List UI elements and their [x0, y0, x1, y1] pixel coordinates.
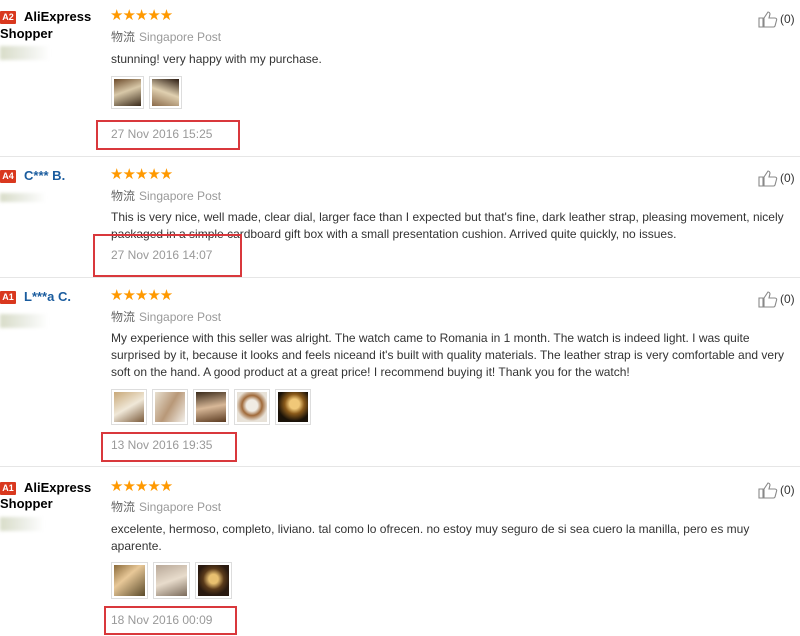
reviewer-name[interactable]: AliExpress [24, 480, 91, 496]
blurred-country [0, 314, 48, 328]
reviewer-name[interactable]: C*** B. [24, 168, 65, 184]
star-rating: ★★★★★ [110, 166, 173, 183]
logistics-info: 物流 Singapore Post [111, 189, 221, 203]
review-photo-thumbnail[interactable] [152, 389, 188, 425]
logistics-label: 物流 [111, 30, 136, 44]
review-photo-thumbnail[interactable] [111, 389, 147, 425]
star-rating: ★★★★★ [110, 7, 173, 24]
review-text: stunning! very happy with my purchase. [111, 52, 322, 66]
like-button[interactable]: (0) [758, 169, 795, 187]
review-photo-thumbnail[interactable] [195, 562, 232, 599]
like-count: (0) [780, 483, 795, 497]
logistics-info: 物流 Singapore Post [111, 30, 221, 44]
review-photo-thumbnail[interactable] [111, 562, 148, 599]
review-item: A2 AliExpress Shopper ★★★★★ 物流 Singapore … [0, 0, 800, 155]
like-button[interactable]: (0) [758, 290, 795, 308]
reviewer-name[interactable]: L***a C. [24, 289, 71, 305]
date-highlight-box [93, 234, 242, 277]
buyer-level-badge: A1 [0, 482, 16, 495]
review-item: A4 C*** B. ★★★★★ 物流 Singapore Post This i… [0, 157, 800, 277]
review-photo-thumbnail[interactable] [193, 389, 229, 425]
like-count: (0) [780, 12, 795, 26]
buyer-level-badge: A1 [0, 291, 16, 304]
shipping-method: Singapore Post [139, 500, 222, 514]
review-item: A1 AliExpress Shopper ★★★★★ 物流 Singapore … [0, 467, 800, 636]
date-highlight-box [96, 120, 240, 150]
review-text: My experience with this seller was alrig… [111, 331, 785, 379]
blurred-country [0, 517, 44, 531]
review-photo-thumbnail[interactable] [275, 389, 311, 425]
blurred-country [0, 193, 46, 202]
date-highlight-box [101, 432, 237, 462]
logistics-info: 物流 Singapore Post [111, 310, 221, 324]
photo-thumbnails [111, 76, 182, 109]
review-photo-thumbnail[interactable] [111, 76, 144, 109]
review-photo-thumbnail[interactable] [153, 562, 190, 599]
star-rating: ★★★★★ [110, 287, 173, 304]
buyer-level-badge: A2 [0, 11, 16, 24]
thumbs-up-icon [758, 11, 778, 28]
logistics-label: 物流 [111, 189, 136, 203]
like-button[interactable]: (0) [758, 481, 795, 499]
shipping-method: Singapore Post [139, 310, 222, 324]
reviewer-name-line2[interactable]: Shopper [0, 496, 53, 512]
thumbs-up-icon [758, 170, 778, 187]
review-text: excelente, hermoso, completo, liviano. t… [111, 522, 750, 553]
date-highlight-box [104, 606, 237, 635]
reviewer-name[interactable]: AliExpress [24, 9, 91, 25]
like-count: (0) [780, 171, 795, 185]
thumbs-up-icon [758, 482, 778, 499]
like-button[interactable]: (0) [758, 10, 795, 28]
review-photo-thumbnail[interactable] [149, 76, 182, 109]
review-item: A1 L***a C. ★★★★★ 物流 Singapore Post My ex… [0, 278, 800, 465]
review-photo-thumbnail[interactable] [234, 389, 270, 425]
blurred-country [0, 46, 50, 60]
photo-thumbnails [111, 562, 232, 599]
star-rating: ★★★★★ [110, 478, 173, 495]
logistics-label: 物流 [111, 310, 136, 324]
buyer-level-badge: A4 [0, 170, 16, 183]
like-count: (0) [780, 292, 795, 306]
logistics-label: 物流 [111, 500, 136, 514]
logistics-info: 物流 Singapore Post [111, 500, 221, 514]
shipping-method: Singapore Post [139, 189, 222, 203]
shipping-method: Singapore Post [139, 30, 222, 44]
photo-thumbnails [111, 389, 311, 425]
thumbs-up-icon [758, 291, 778, 308]
reviewer-name-line2[interactable]: Shopper [0, 26, 53, 42]
